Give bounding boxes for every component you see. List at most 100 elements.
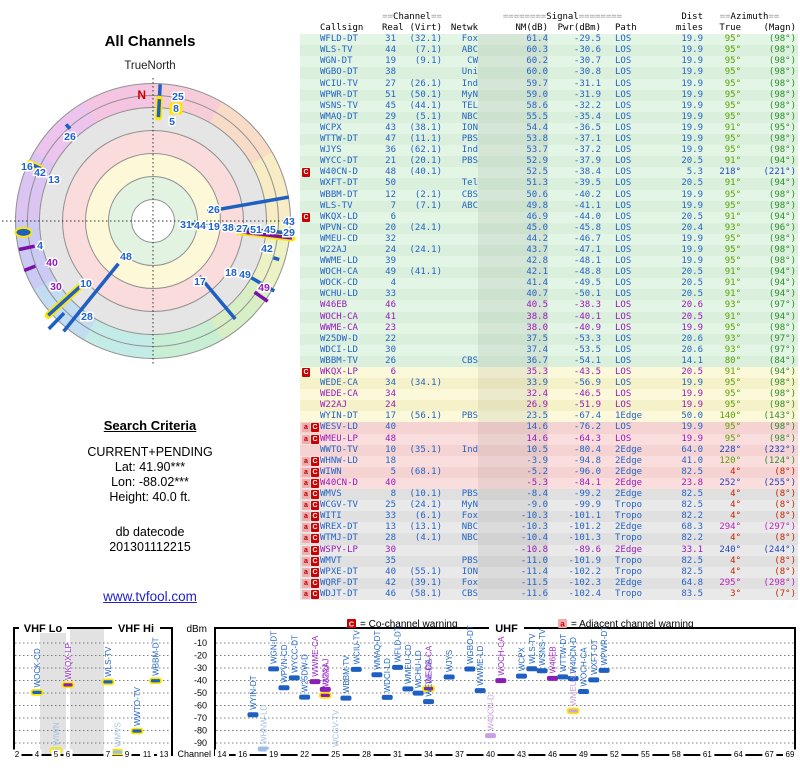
- cell-miles: 5.3: [647, 167, 703, 178]
- dbm-tick-label: -10: [194, 638, 207, 648]
- cell-warn: [300, 79, 320, 90]
- signal-marker: [588, 677, 599, 682]
- cell-net: [442, 434, 478, 445]
- cell-warn: [300, 190, 320, 201]
- dbm-tick-label: -50: [194, 688, 207, 698]
- cell-true: 95°: [703, 190, 741, 201]
- cell-real: 32: [382, 234, 396, 245]
- search-criteria: Search Criteria CURRENT+PENDING Lat: 41.…: [0, 418, 300, 555]
- cell-real: 47: [382, 134, 396, 145]
- cell-pwr: -53.5: [548, 345, 601, 356]
- marker-callsign-label: WWME-CA: [311, 635, 320, 677]
- cell-cs: WPXE-DT: [320, 567, 382, 578]
- cell-nm: -11.5: [478, 578, 548, 589]
- cell-warn: [300, 45, 320, 56]
- cell-real: 29: [382, 112, 396, 123]
- tvfool-link[interactable]: www.tvfool.com: [0, 589, 300, 604]
- table-row: CWKQX-LD646.9-44.0LOS20.591°(94°): [300, 212, 798, 223]
- cell-pwr: -56.9: [548, 378, 601, 389]
- cell-pwr: -38.4: [548, 167, 601, 178]
- cell-virt: (38.1): [396, 123, 442, 134]
- cell-nm: 35.3: [478, 367, 548, 378]
- cell-cs: WOCK-CD: [320, 278, 382, 289]
- cell-miles: 19.9: [647, 79, 703, 90]
- cell-virt: (11.1): [396, 134, 442, 145]
- adjacent-legend-label: = Adjacent channel warning: [571, 619, 694, 630]
- cell-virt: [396, 345, 442, 356]
- cell-warn: aC: [300, 434, 320, 445]
- cell-miles: 68.3: [647, 522, 703, 533]
- cell-miles: 20.6: [647, 345, 703, 356]
- cell-nm: -5.3: [478, 478, 548, 489]
- tvfool-report: All Channels TrueNorth N2585261642134403…: [0, 0, 800, 768]
- cell-real: 19: [382, 56, 396, 67]
- cell-cs: WCGV-TV: [320, 500, 382, 511]
- cell-cs: WEDE-CA: [320, 389, 382, 400]
- marker-callsign-label: W40CN-D: [569, 637, 578, 674]
- cell-pwr: -53.3: [548, 334, 601, 345]
- cell-warn: [300, 101, 320, 112]
- cell-net: [442, 245, 478, 256]
- cell-virt: (6.1): [396, 511, 442, 522]
- cell-path: LOS: [601, 123, 647, 134]
- cell-virt: (58.1): [396, 589, 442, 600]
- band-chart: -10-20-30-40-50-60-70-80-90WOCK-CDWIWNWK…: [0, 616, 800, 768]
- cell-pwr: -30.8: [548, 67, 601, 78]
- cell-true: 95°: [703, 79, 741, 90]
- cell-real: 13: [382, 522, 396, 533]
- cell-net: [442, 456, 478, 467]
- col-callsign: Callsign: [320, 23, 382, 34]
- marker-callsign-label: WMVS: [114, 722, 123, 747]
- cell-net: Ind: [442, 79, 478, 90]
- table-row: WWME-LD3942.8-48.1LOS19.995°(98°): [300, 256, 798, 267]
- cell-net: [442, 478, 478, 489]
- cell-real: 4: [382, 278, 396, 289]
- cell-warn: [300, 378, 320, 389]
- cell-virt: [396, 434, 442, 445]
- cell-net: [442, 267, 478, 278]
- cell-real: 28: [382, 533, 396, 544]
- table-row: WPWR-DT51(50.1)MyN59.0-31.9LOS19.995°(98…: [300, 90, 798, 101]
- cell-magn: (98°): [741, 400, 796, 411]
- cell-miles: 19.9: [647, 434, 703, 445]
- col-true: True: [703, 23, 741, 34]
- cell-pwr: -48.1: [548, 256, 601, 267]
- marker-callsign-label: WOCK-CD: [33, 648, 42, 687]
- signal-marker: [351, 667, 362, 672]
- cell-real: 7: [382, 201, 396, 212]
- channel-tick-label: 61: [703, 750, 712, 759]
- cell-pwr: -35.4: [548, 112, 601, 123]
- table-row: aCWQRF-DT42(39.1)Fox-11.5-102.32Edge64.8…: [300, 578, 798, 589]
- signal-marker: [103, 679, 114, 684]
- co-channel-warning-icon: C: [302, 168, 310, 177]
- table-row: WEDE-CA34(34.1)33.9-56.9LOS19.995°(98°): [300, 378, 798, 389]
- cell-virt: (24.1): [396, 223, 442, 234]
- cell-true: 95°: [703, 434, 741, 445]
- adjacent-warning-icon: a: [302, 568, 310, 577]
- cell-real: 26: [382, 356, 396, 367]
- cell-true: 95°: [703, 323, 741, 334]
- cell-cs: WIWN: [320, 467, 382, 478]
- cell-net: PBS: [442, 411, 478, 422]
- co-channel-warning-icon: C: [311, 568, 319, 577]
- cell-magn: (8°): [741, 511, 796, 522]
- cell-nm: 52.9: [478, 156, 548, 167]
- cell-cs: WPWR-DT: [320, 90, 382, 101]
- cell-miles: 19.9: [647, 422, 703, 433]
- cell-miles: 82.5: [647, 567, 703, 578]
- cell-magn: (8°): [741, 467, 796, 478]
- dbm-tick-label: -90: [194, 738, 207, 748]
- cell-pwr: -102.2: [548, 567, 601, 578]
- cell-net: [442, 422, 478, 433]
- cell-pwr: -40.2: [548, 190, 601, 201]
- cell-miles: 19.9: [647, 101, 703, 112]
- cell-pwr: -102.3: [548, 578, 601, 589]
- cell-net: [442, 367, 478, 378]
- cell-virt: [396, 234, 442, 245]
- search-lon: Lon: -88.02***: [0, 475, 300, 490]
- cell-pwr: -94.8: [548, 456, 601, 467]
- cell-true: 95°: [703, 201, 741, 212]
- marker-callsign-label: WOCH-CA: [497, 636, 506, 676]
- table-row: WEDE-CA3432.4-46.5LOS19.995°(98°): [300, 389, 798, 400]
- signal-marker: [278, 685, 289, 690]
